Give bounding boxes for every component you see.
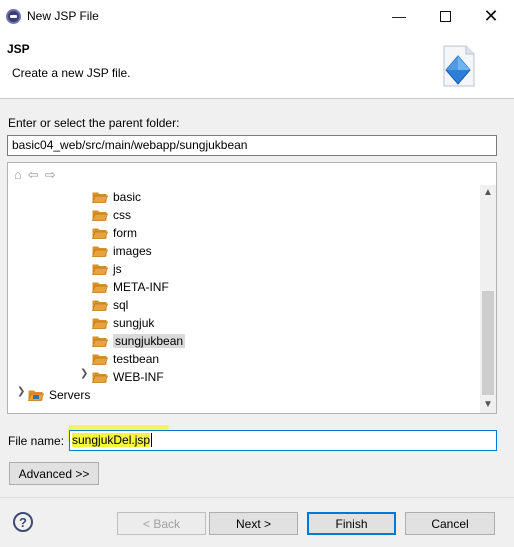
tree-item[interactable]: sql xyxy=(92,296,128,314)
tree-item-label: basic xyxy=(113,190,142,204)
tree-item[interactable]: sungjuk xyxy=(92,314,154,332)
close-button[interactable]: ✕ xyxy=(468,0,514,32)
tree-item[interactable]: sungjukbean xyxy=(92,332,186,350)
tree-scrollbar[interactable]: ▲ ▼ xyxy=(480,185,496,413)
tree-item[interactable]: WEB-INF xyxy=(92,368,164,386)
finish-button[interactable]: Finish xyxy=(307,512,396,535)
tree-toolbar: ⌂ ⇦ ⇨ xyxy=(14,167,56,183)
folder-icon xyxy=(92,282,108,293)
back-arrow-icon[interactable]: ⇦ xyxy=(28,167,39,183)
expand-arrow-icon[interactable]: ❯ xyxy=(17,386,25,397)
home-icon[interactable]: ⌂ xyxy=(14,167,22,183)
footer-separator xyxy=(0,497,514,498)
help-icon[interactable]: ? xyxy=(13,512,33,532)
close-icon: ✕ xyxy=(483,5,499,26)
folder-icon xyxy=(92,318,108,329)
wizard-page-title: JSP xyxy=(7,42,30,56)
tree-item-label: images xyxy=(113,244,152,258)
scroll-down-arrow-icon[interactable]: ▼ xyxy=(480,397,496,413)
maximize-icon xyxy=(439,10,451,22)
tree-item[interactable]: basic xyxy=(92,188,141,206)
folder-icon xyxy=(92,336,108,347)
tree-item[interactable]: images xyxy=(92,242,152,260)
file-name-input[interactable]: sungjukDel.jsp xyxy=(69,430,497,451)
parent-folder-label: Enter or select the parent folder: xyxy=(8,116,180,130)
tree-item-label: css xyxy=(113,208,131,222)
folder-icon xyxy=(28,390,44,401)
tree-item[interactable]: META-INF xyxy=(92,278,169,296)
minimize-button[interactable]: — xyxy=(376,0,422,32)
tree-item-label: sql xyxy=(113,298,129,312)
cancel-button[interactable]: Cancel xyxy=(405,512,495,535)
tree-item-label: form xyxy=(113,226,137,240)
tree-item-label: sungjukbean xyxy=(113,334,186,348)
minimize-icon: — xyxy=(392,8,406,24)
text-cursor xyxy=(151,433,153,447)
title-bar: New JSP File — ✕ xyxy=(0,0,514,32)
folder-icon xyxy=(92,228,108,239)
expand-arrow-icon[interactable]: ❯ xyxy=(80,368,88,379)
back-button[interactable]: < Back xyxy=(117,512,206,535)
tree-item-label: META-INF xyxy=(113,280,169,294)
tree-item-label: Servers xyxy=(49,388,91,402)
tree-list: ❯ ❯ basic css form images js META-INF sql sungj… xyxy=(8,185,480,413)
next-button[interactable]: Next > xyxy=(209,512,298,535)
folder-icon xyxy=(92,246,108,257)
maximize-button[interactable] xyxy=(422,0,468,32)
tree-item[interactable]: js xyxy=(92,260,122,278)
eclipse-icon xyxy=(6,9,21,24)
window-title: New JSP File xyxy=(27,9,99,23)
wizard-page-description: Create a new JSP file. xyxy=(12,66,131,80)
jsp-file-icon xyxy=(443,45,475,87)
folder-icon xyxy=(92,210,108,221)
folder-icon xyxy=(92,192,108,203)
parent-folder-input[interactable]: basic04_web/src/main/webapp/sungjukbean xyxy=(7,135,497,156)
tree-item[interactable]: form xyxy=(92,224,137,242)
tree-item-label: testbean xyxy=(113,352,160,366)
scroll-up-arrow-icon[interactable]: ▲ xyxy=(480,185,496,201)
scroll-thumb[interactable] xyxy=(482,291,494,395)
folder-tree: ⌂ ⇦ ⇨ ❯ ❯ basic css form images js META-INF sq… xyxy=(7,162,497,414)
folder-icon xyxy=(92,300,108,311)
file-name-value: sungjukDel.jsp xyxy=(72,433,151,447)
tree-item-label: sungjuk xyxy=(113,316,155,330)
file-name-label: File name: xyxy=(8,434,65,448)
tree-item[interactable]: testbean xyxy=(92,350,159,368)
folder-icon xyxy=(92,354,108,365)
tree-item[interactable]: css xyxy=(92,206,131,224)
folder-icon xyxy=(92,372,108,383)
wizard-header: JSP Create a new JSP file. xyxy=(0,32,514,99)
folder-icon xyxy=(92,264,108,275)
tree-item-label: WEB-INF xyxy=(113,370,164,384)
forward-arrow-icon[interactable]: ⇨ xyxy=(45,167,56,183)
tree-item[interactable]: Servers xyxy=(28,386,90,404)
tree-item-label: js xyxy=(113,262,122,276)
advanced-button[interactable]: Advanced >> xyxy=(9,462,99,485)
